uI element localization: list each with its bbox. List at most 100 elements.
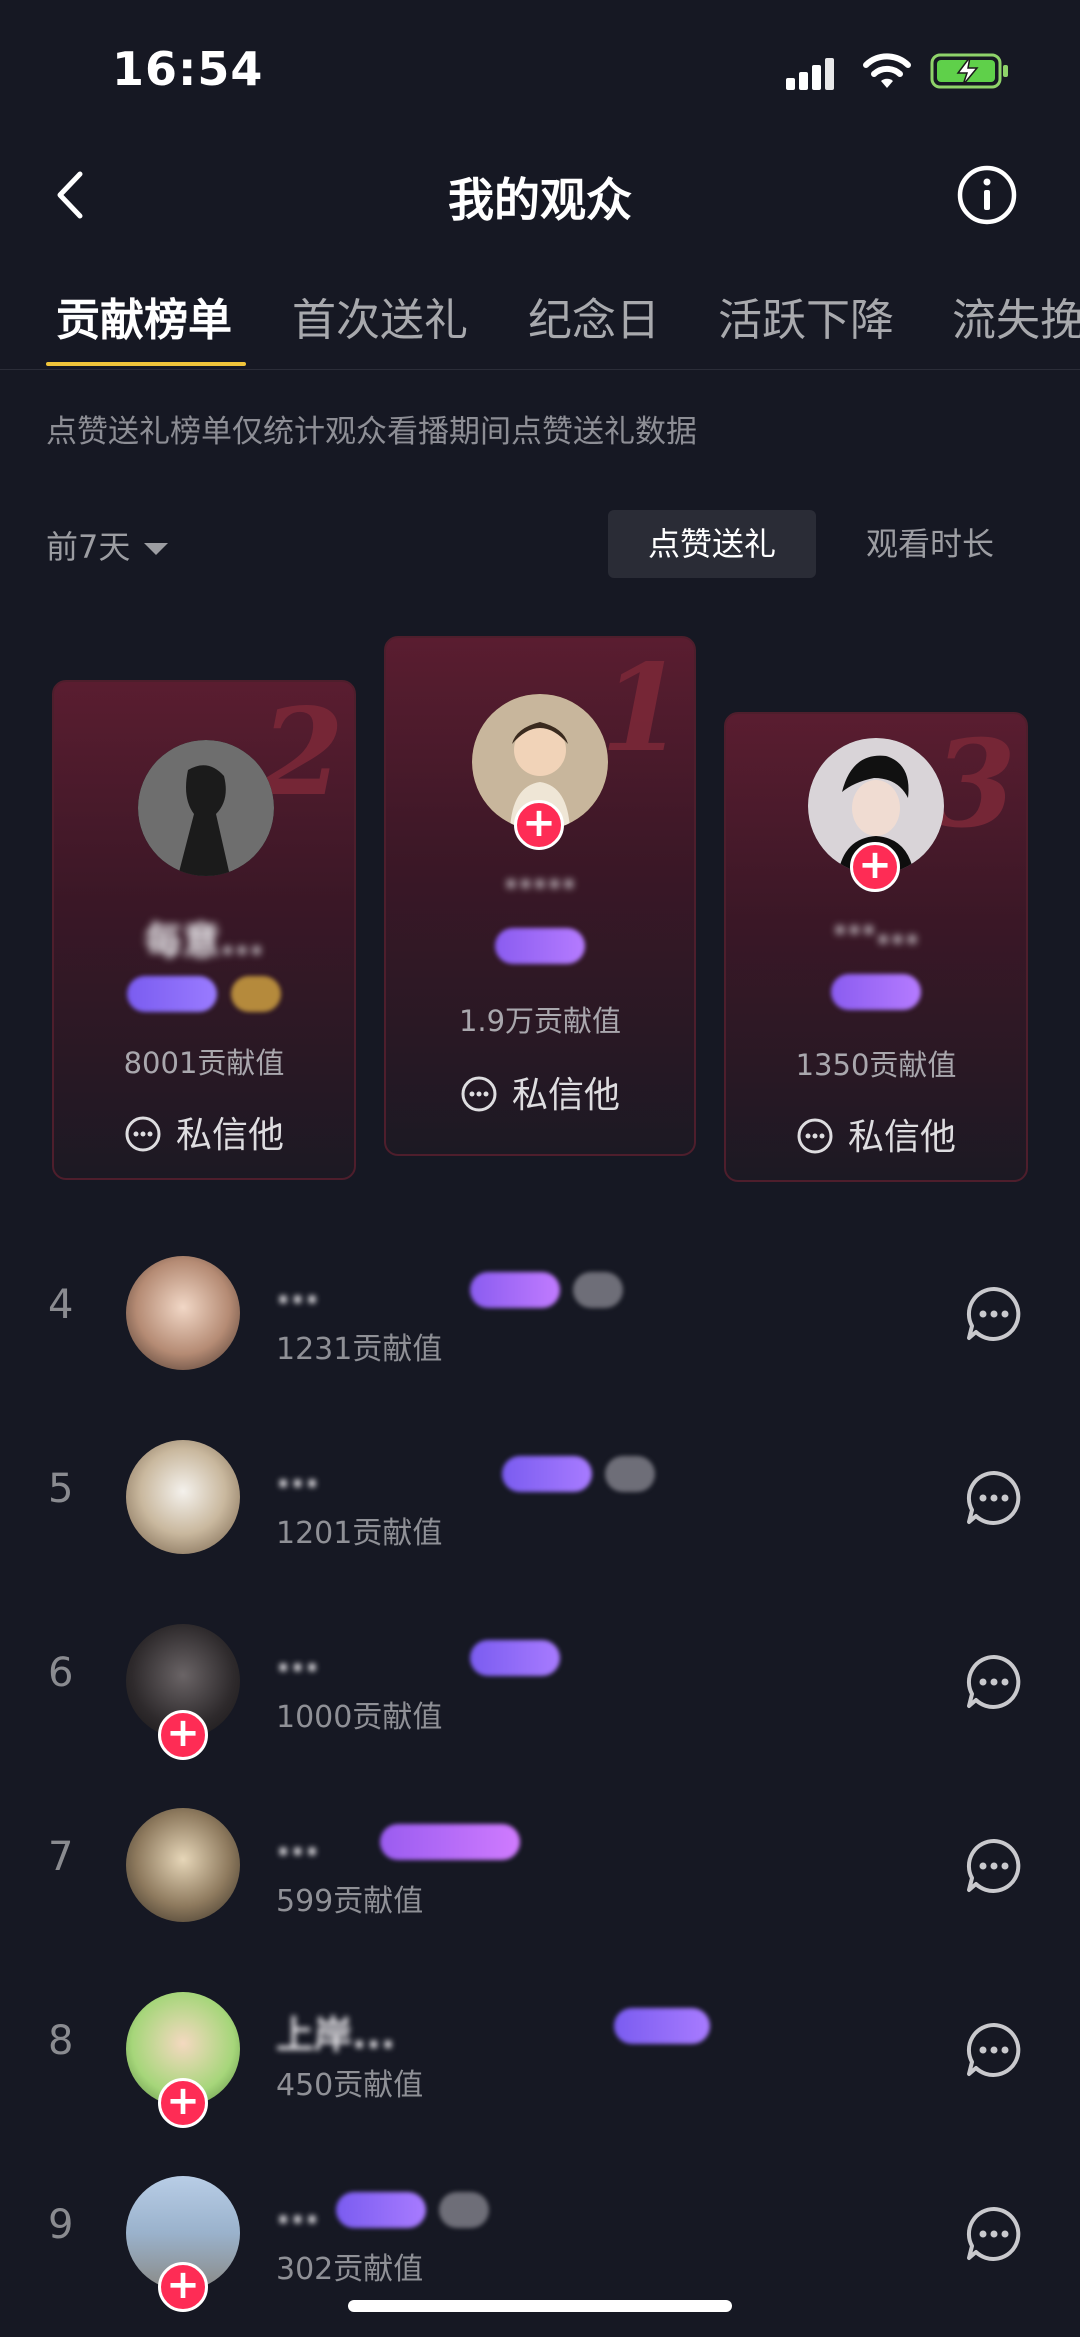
fan-badge [831, 974, 921, 1010]
message-button[interactable]: 私信他 [726, 1108, 1026, 1160]
follow-plus-button[interactable]: + [850, 842, 900, 892]
contribution-value: 8001贡献值 [123, 1046, 285, 1080]
ranking-notice: 点赞送礼榜单仅统计观众看播期间点赞送礼数据 [46, 414, 697, 450]
badge-group [498, 1456, 659, 1492]
follow-plus-button[interactable]: + [514, 800, 564, 850]
rank-number: 7 [48, 1834, 74, 1880]
level-badge [605, 1456, 656, 1492]
rank-number: 6 [48, 1650, 74, 1696]
wifi-icon [863, 53, 911, 88]
podium-card-2[interactable]: 2 每意... 8001贡献值 私信他 [52, 680, 356, 1180]
viewer-name: ... [276, 1268, 320, 1312]
message-button[interactable]: 私信他 [386, 1066, 694, 1118]
battery-charging-icon [930, 53, 1008, 89]
list-item[interactable]: 4 ... 1231贡献值 [0, 1238, 1080, 1388]
home-indicator[interactable] [348, 2300, 732, 2312]
avatar[interactable] [138, 740, 274, 876]
chat-bubble-icon [797, 1118, 833, 1154]
contribution-value: 599贡献值 [276, 1884, 424, 1919]
rank-number: 8 [48, 2018, 74, 2064]
fan-badge [470, 1272, 560, 1308]
list-item[interactable]: 7 ... 599贡献值 [0, 1790, 1080, 1940]
rank-number: 4 [48, 1282, 74, 1328]
badge-group [610, 2008, 714, 2044]
message-label: 私信他 [511, 1075, 620, 1116]
follow-plus-button[interactable]: + [158, 2078, 208, 2128]
message-label: 私信他 [847, 1117, 956, 1158]
viewer-name: 上岸... [276, 2013, 396, 2057]
fan-badge [502, 1456, 592, 1492]
avatar[interactable] [126, 1256, 240, 1370]
fan-badge [495, 928, 585, 964]
viewer-name: ... [276, 1636, 320, 1680]
contribution-value: 1201贡献值 [276, 1516, 443, 1551]
segment-watch-time[interactable]: 观看时长 [830, 510, 1030, 578]
fan-badge [380, 1824, 520, 1860]
tab-anniversary[interactable]: 纪念日 [528, 284, 660, 348]
badge-group [386, 928, 694, 964]
segment-likes-gifts[interactable]: 点赞送礼 [608, 510, 816, 578]
active-tab-indicator [46, 362, 246, 366]
podium-card-3[interactable]: 3 + ···... 1350贡献值 私信他 [724, 712, 1028, 1182]
fan-badge [336, 2192, 426, 2228]
chat-bubble-icon [125, 1116, 161, 1152]
chat-bubble-icon [461, 1076, 497, 1112]
fan-badge [614, 2008, 710, 2044]
avatar[interactable] [126, 1440, 240, 1554]
list-item[interactable]: 6 + ... 1000贡献值 [0, 1606, 1080, 1760]
rank-number: 9 [48, 2202, 74, 2248]
page-title: 我的观众 [448, 173, 632, 227]
follow-plus-button[interactable]: + [158, 2262, 208, 2312]
list-item[interactable]: 5 ... 1201贡献值 [0, 1422, 1080, 1572]
tab-contribution-ranking[interactable]: 贡献榜单 [56, 284, 232, 348]
fan-badge [470, 1640, 560, 1676]
contribution-value: 1.9万贡献值 [458, 1004, 622, 1038]
badge-group [466, 1272, 627, 1308]
chat-bubble-icon[interactable] [964, 1652, 1024, 1712]
message-button[interactable]: 私信他 [54, 1106, 354, 1158]
chat-bubble-icon[interactable] [964, 1836, 1024, 1896]
podium-card-1[interactable]: 1 + ····· 1.9万贡献值 私信他 [384, 636, 696, 1156]
status-bar: 16:54 [0, 0, 1080, 130]
viewer-name: ... [276, 1820, 320, 1864]
tab-first-gift[interactable]: 首次送礼 [292, 284, 468, 348]
status-time: 16:54 [112, 42, 264, 96]
contribution-value: 450贡献值 [276, 2068, 424, 2103]
list-item[interactable]: 9 + ... 302贡献值 [0, 2158, 1080, 2312]
level-badge [439, 2192, 490, 2228]
rank-number: 1 [600, 638, 685, 779]
viewer-name: ····· [503, 862, 577, 906]
tab-churn-recovery[interactable]: 流失挽 [952, 284, 1080, 348]
chat-bubble-icon[interactable] [964, 2204, 1024, 2264]
badge-group [726, 974, 1026, 1010]
level-badge [573, 1272, 624, 1308]
contribution-value: 1350贡献值 [795, 1048, 957, 1082]
viewer-name: 每意... [144, 919, 264, 963]
period-label: 前7天 [46, 528, 131, 566]
header: 我的观众 [0, 150, 1080, 240]
cellular-signal-icon [786, 58, 834, 90]
viewer-name: ... [276, 1452, 320, 1496]
fan-badge [127, 976, 218, 1012]
avatar[interactable] [126, 1808, 240, 1922]
viewer-name: ... [276, 2188, 320, 2232]
rank-number: 3 [932, 714, 1017, 855]
info-icon[interactable] [956, 164, 1018, 226]
contribution-value: 1000贡献值 [276, 1700, 443, 1735]
message-label: 私信他 [175, 1115, 284, 1156]
tab-bar: 贡献榜单 首次送礼 纪念日 活跃下降 流失挽 [0, 270, 1080, 370]
badge-group [54, 976, 354, 1012]
viewer-name: ···... [832, 908, 920, 952]
caret-down-icon [144, 543, 169, 555]
level-badge [230, 976, 281, 1012]
period-dropdown[interactable]: 前7天 [46, 522, 169, 568]
chat-bubble-icon[interactable] [964, 1468, 1024, 1528]
tab-activity-decline[interactable]: 活跃下降 [718, 284, 894, 348]
list-item[interactable]: 8 + 上岸... 450贡献值 [0, 1974, 1080, 2128]
follow-plus-button[interactable]: + [158, 1710, 208, 1760]
avatar-silhouette-icon [138, 740, 274, 876]
chat-bubble-icon[interactable] [964, 1284, 1024, 1344]
contribution-value: 1231贡献值 [276, 1332, 443, 1367]
contribution-value: 302贡献值 [276, 2252, 424, 2287]
chat-bubble-icon[interactable] [964, 2020, 1024, 2080]
